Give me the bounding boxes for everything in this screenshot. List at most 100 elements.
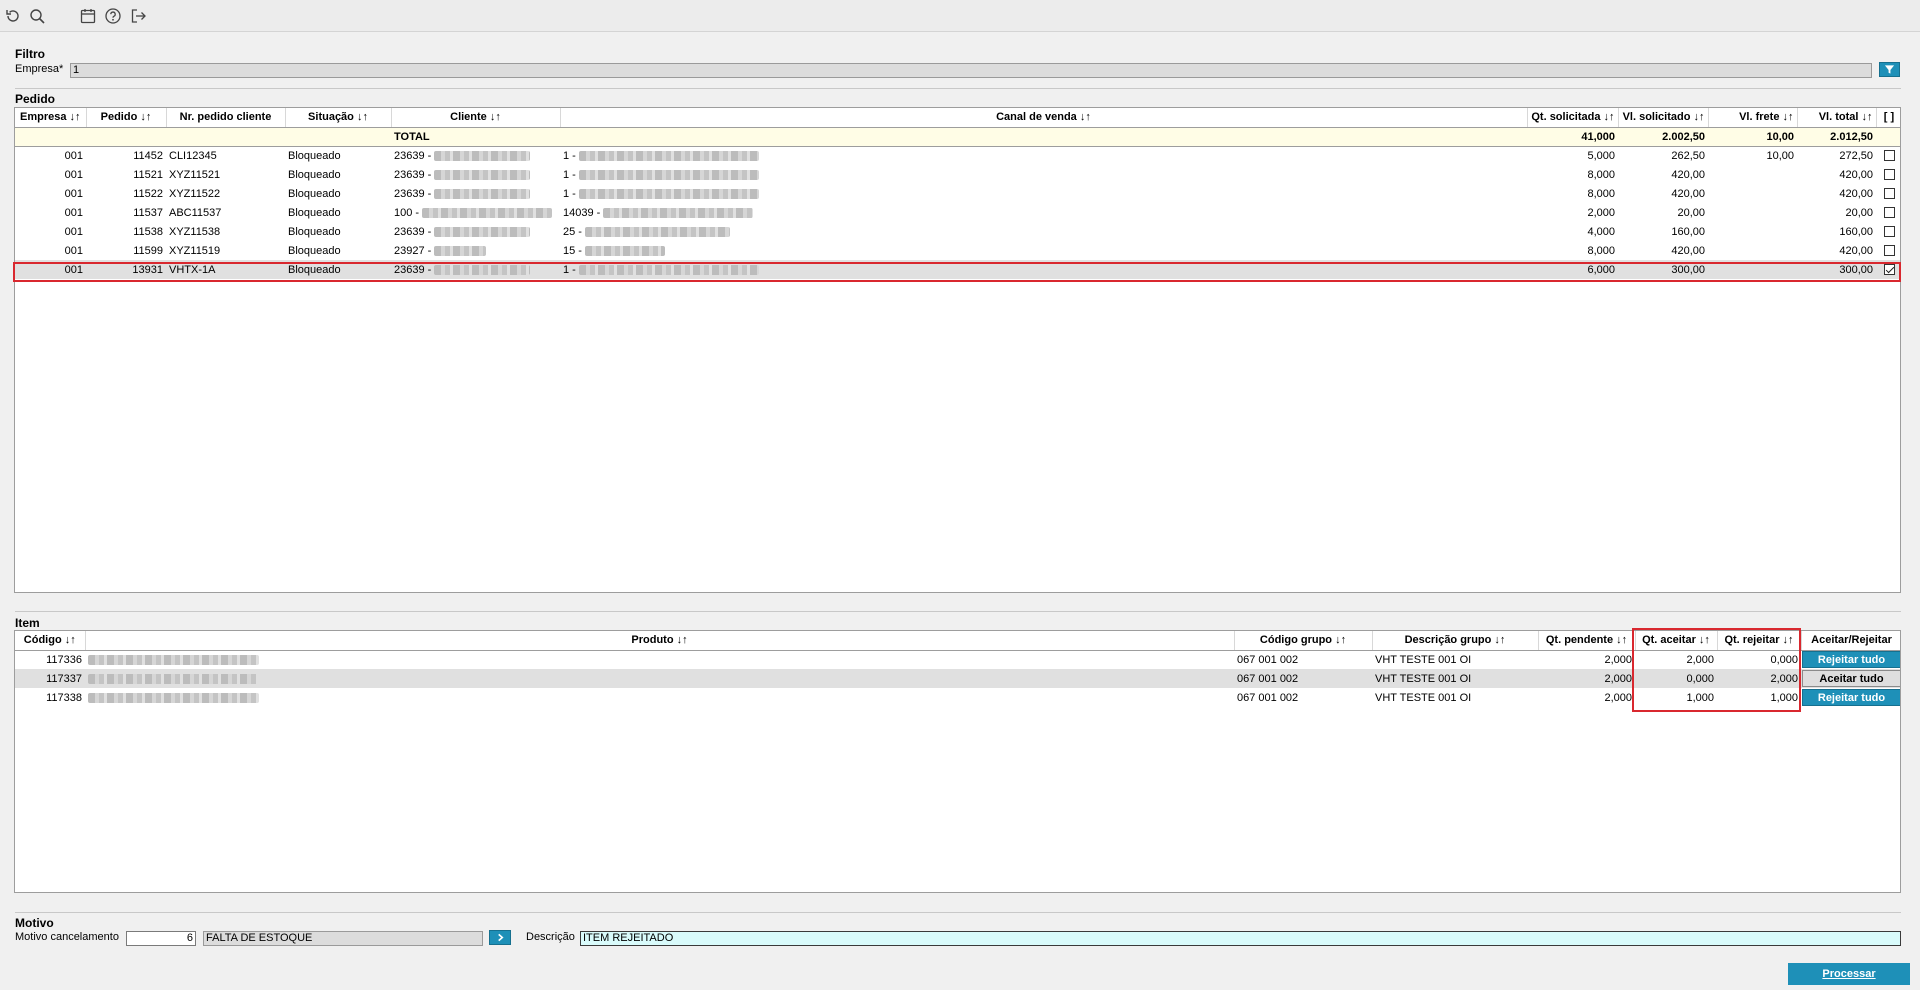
cell-qt-rejeitar[interactable]: 2,000 — [1717, 669, 1801, 688]
col-qt-solicitada[interactable]: Qt. solicitada ↓↑ — [1527, 108, 1619, 128]
pedido-row[interactable]: 001 11522 XYZ11522 Bloqueado 23639 - 1 -… — [15, 184, 1900, 203]
processar-button[interactable]: Processar — [1788, 963, 1910, 985]
col-nr-pedido-cliente[interactable]: Nr. pedido cliente — [166, 108, 286, 128]
row-checkbox[interactable] — [1883, 226, 1895, 238]
cell-pedido: 11537 — [133, 206, 163, 219]
canal-code: 1 - — [563, 168, 576, 181]
motivo-desc-field: FALTA DE ESTOQUE — [203, 931, 483, 946]
cell-situacao: Bloqueado — [288, 168, 341, 181]
cell-codigo: 117338 — [46, 691, 82, 704]
cell-canal: 1 - — [560, 146, 1527, 165]
col-pedido[interactable]: Pedido ↓↑ — [86, 108, 167, 128]
cell-codigo-grupo: 067 001 002 — [1234, 669, 1372, 688]
cell-situacao: Bloqueado — [288, 206, 341, 219]
search-icon[interactable] — [28, 7, 46, 25]
cell-vl-frete: 10,00 — [1766, 149, 1794, 162]
item-row[interactable]: 117337 067 001 002 VHT TESTE 001 OI 2,00… — [15, 669, 1900, 688]
cell-qt-rejeitar[interactable]: 1,000 — [1717, 688, 1801, 707]
pedido-row[interactable]: 001 11521 XYZ11521 Bloqueado 23639 - 1 -… — [15, 165, 1900, 184]
cell-pedido: 11452 — [133, 149, 163, 162]
col-select-all[interactable]: [ ] — [1876, 108, 1900, 128]
cell-vl-solicitado: 20,00 — [1677, 206, 1705, 219]
refresh-icon[interactable] — [4, 7, 22, 25]
col-cliente[interactable]: Cliente ↓↑ — [391, 108, 561, 128]
cell-qt-aceitar[interactable]: 2,000 — [1635, 650, 1717, 669]
redacted-text — [88, 654, 259, 665]
filter-button[interactable] — [1879, 62, 1900, 77]
col-empresa[interactable]: Empresa ↓↑ — [15, 108, 87, 128]
descricao-label: Descrição — [526, 931, 575, 943]
logout-icon[interactable] — [129, 7, 147, 25]
redacted-text — [578, 188, 759, 199]
row-checkbox[interactable] — [1883, 245, 1895, 257]
row-checkbox[interactable] — [1883, 150, 1895, 162]
cell-vl-total: 420,00 — [1839, 244, 1873, 257]
motivo-lookup-button[interactable] — [489, 930, 511, 945]
row-checkbox[interactable] — [1883, 207, 1895, 219]
cell-empresa: 001 — [64, 149, 83, 162]
total-row: TOTAL 41,000 2.002,50 10,00 2.012,50 — [15, 127, 1900, 147]
cliente-code: 23927 - — [394, 244, 432, 257]
pedido-row[interactable]: 001 11538 XYZ11538 Bloqueado 23639 - 25 … — [15, 222, 1900, 241]
cell-qt-rejeitar[interactable]: 0,000 — [1717, 650, 1801, 669]
redacted-text — [88, 692, 259, 703]
col-vl-total[interactable]: Vl. total ↓↑ — [1797, 108, 1877, 128]
cell-empresa: 001 — [64, 206, 83, 219]
col-situacao[interactable]: Situação ↓↑ — [285, 108, 392, 128]
aceitar-tudo-button[interactable]: Aceitar tudo — [1802, 670, 1900, 687]
rejeitar-tudo-button[interactable]: Rejeitar tudo — [1802, 651, 1900, 669]
col-vl-solicitado[interactable]: Vl. solicitado ↓↑ — [1618, 108, 1709, 128]
cell-cliente: 23927 - — [391, 241, 560, 260]
item-row[interactable]: 117336 067 001 002 VHT TESTE 001 OI 2,00… — [15, 650, 1900, 669]
cell-cliente: 23639 - — [391, 260, 560, 279]
pedido-row-selected[interactable]: 001 13931 VHTX-1A Bloqueado 23639 - 1 - … — [15, 260, 1900, 279]
divider — [15, 912, 1901, 913]
redacted-text — [603, 207, 754, 218]
cell-qt-solicitada: 4,000 — [1587, 225, 1615, 238]
calendar-icon[interactable] — [79, 7, 97, 25]
col-descricao-grupo[interactable]: Descrição grupo ↓↑ — [1372, 631, 1539, 651]
cell-empresa: 001 — [64, 168, 83, 181]
rejeitar-tudo-button[interactable]: Rejeitar tudo — [1802, 689, 1900, 706]
empresa-field[interactable]: 1 — [70, 63, 1872, 78]
col-qt-pendente[interactable]: Qt. pendente ↓↑ — [1538, 631, 1636, 651]
redacted-text — [434, 169, 531, 180]
cell-vl-solicitado: 300,00 — [1618, 260, 1708, 279]
help-icon[interactable] — [104, 7, 122, 25]
col-vl-frete[interactable]: Vl. frete ↓↑ — [1708, 108, 1798, 128]
empresa-label: Empresa* — [15, 63, 64, 75]
col-qt-aceitar[interactable]: Qt. aceitar ↓↑ — [1635, 631, 1718, 651]
cell-descricao-grupo: VHT TESTE 001 OI — [1375, 691, 1472, 704]
cell-nr-cliente: XYZ11519 — [169, 244, 221, 257]
cell-canal: 25 - — [560, 222, 1527, 241]
cell-situacao: Bloqueado — [285, 260, 391, 279]
row-checkbox[interactable] — [1883, 169, 1895, 181]
pedido-row[interactable]: 001 11452 CLI12345 Bloqueado 23639 - 1 -… — [15, 146, 1900, 165]
cell-pedido: 11538 — [133, 225, 163, 238]
cell-vl-frete — [1708, 260, 1797, 279]
col-produto[interactable]: Produto ↓↑ — [85, 631, 1235, 651]
canal-code: 25 - — [563, 225, 582, 238]
cell-situacao: Bloqueado — [288, 149, 341, 162]
cell-qt-aceitar[interactable]: 0,000 — [1635, 669, 1717, 688]
descricao-input[interactable]: ITEM REJEITADO — [580, 931, 1901, 946]
motivo-code-input[interactable]: 6 — [126, 931, 196, 946]
cell-situacao: Bloqueado — [288, 244, 341, 257]
total-label: TOTAL — [391, 127, 560, 147]
col-qt-rejeitar[interactable]: Qt. rejeitar ↓↑ — [1717, 631, 1802, 651]
cell-qt-aceitar[interactable]: 1,000 — [1635, 688, 1717, 707]
cell-codigo-grupo: 067 001 002 — [1237, 691, 1299, 704]
row-checkbox-checked[interactable] — [1883, 264, 1895, 276]
cliente-code: 23639 - — [394, 149, 432, 162]
row-checkbox[interactable] — [1883, 188, 1895, 200]
col-canal-venda[interactable]: Canal de venda ↓↑ — [560, 108, 1528, 128]
cell-codigo: 117336 — [46, 653, 82, 666]
col-codigo-grupo[interactable]: Código grupo ↓↑ — [1234, 631, 1373, 651]
item-row[interactable]: 117338 067 001 002 VHT TESTE 001 OI 2,00… — [15, 688, 1900, 707]
pedido-table: Empresa ↓↑ Pedido ↓↑ Nr. pedido cliente … — [14, 107, 1901, 593]
pedido-row[interactable]: 001 11537 ABC11537 Bloqueado 100 - 14039… — [15, 203, 1900, 222]
total-vl-total: 2.012,50 — [1797, 127, 1876, 147]
col-aceitar-rejeitar: Aceitar/Rejeitar — [1801, 631, 1900, 651]
col-codigo[interactable]: Código ↓↑ — [15, 631, 86, 651]
pedido-row[interactable]: 001 11599 XYZ11519 Bloqueado 23927 - 15 … — [15, 241, 1900, 260]
